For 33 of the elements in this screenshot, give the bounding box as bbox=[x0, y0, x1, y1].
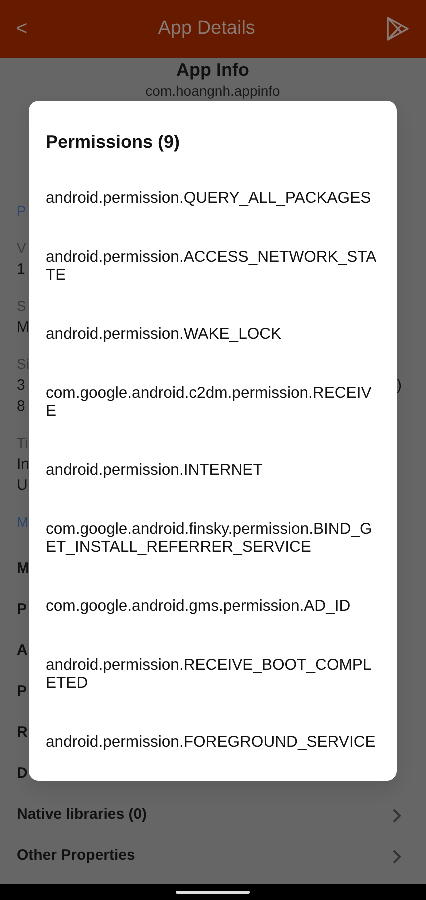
play-icon[interactable] bbox=[386, 16, 410, 42]
app-info-title: App Info bbox=[176, 59, 250, 81]
permission-name: android.permission.QUERY_ALL_PACKAGES bbox=[46, 190, 372, 208]
menu-item[interactable]: M bbox=[17, 558, 30, 581]
package-name: com.hoangnh.appinfo bbox=[144, 82, 282, 101]
field-value: M bbox=[17, 318, 30, 338]
field-value: 1 bbox=[17, 260, 26, 280]
menu-item[interactable]: A bbox=[17, 640, 28, 663]
menu-item[interactable]: P bbox=[17, 681, 28, 704]
menu-item[interactable]: Native libraries (0) bbox=[17, 804, 148, 827]
home-handle[interactable] bbox=[176, 890, 250, 894]
section-header: P bbox=[17, 202, 26, 221]
permission-name: com.google.android.gms.permission.AD_ID bbox=[46, 598, 351, 616]
permission-name: android.permission.RECEIVE_BOOT_COMPLETED bbox=[46, 657, 373, 693]
field-value: In bbox=[17, 455, 30, 475]
screen-title: App Details bbox=[157, 16, 256, 41]
field-value: U bbox=[17, 476, 28, 496]
menu-item[interactable]: P bbox=[17, 599, 28, 622]
permission-name: android.permission.FOREGROUND_SERVICE bbox=[46, 734, 376, 752]
menu-item[interactable]: D bbox=[17, 763, 28, 786]
permission-name: com.google.android.c2dm.permission.RECEIVE bbox=[46, 385, 373, 421]
field-value: 3 bbox=[17, 376, 26, 396]
back-button[interactable]: < bbox=[16, 14, 28, 44]
permission-name: android.permission.ACCESS_NETWORK_STATE bbox=[46, 249, 378, 285]
permission-name: android.permission.WAKE_LOCK bbox=[46, 326, 282, 344]
permission-name: com.google.android.finsky.permission.BIND_GET_INSTALL_REFERRER_SERVICE bbox=[46, 521, 374, 557]
menu-item[interactable]: R bbox=[17, 722, 28, 745]
field-value: 8 bbox=[17, 397, 26, 417]
field-value: ) bbox=[397, 376, 402, 396]
menu-item[interactable]: Other Properties bbox=[17, 845, 136, 868]
section-header: M bbox=[17, 513, 29, 532]
dialog-title: Permissions (9) bbox=[45, 131, 182, 154]
permission-name: android.permission.INTERNET bbox=[46, 462, 263, 480]
